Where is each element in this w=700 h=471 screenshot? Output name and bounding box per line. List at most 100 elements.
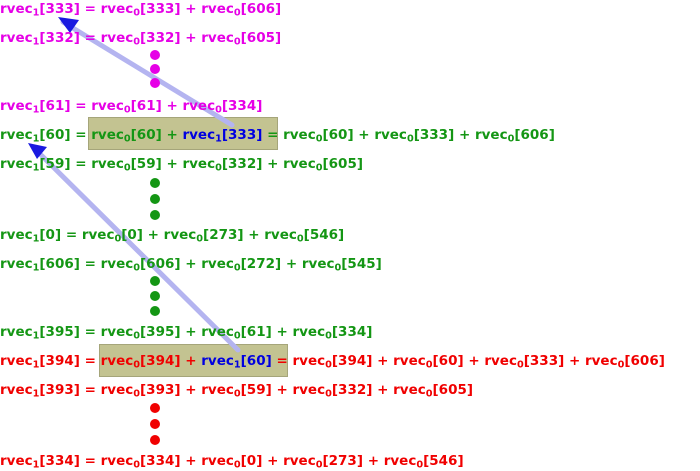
equation-text: rvec <box>0 156 33 172</box>
equation-text: [61] + rvec <box>130 98 216 114</box>
equation-text: [393] = rvec <box>39 382 134 398</box>
index-subscript: 0 <box>133 262 141 274</box>
ellipsis-dot <box>150 178 160 188</box>
equation-text: [61] = rvec <box>39 98 124 114</box>
index-subscript: 0 <box>325 330 332 342</box>
equation-text: [334] <box>221 98 263 114</box>
equation-text: [59] = rvec <box>39 156 124 172</box>
index-subscript: 0 <box>215 104 222 116</box>
equation-text: [332] + rvec <box>221 156 316 172</box>
equation-text: [60] + <box>130 127 183 143</box>
equation-text: rvec <box>0 1 33 17</box>
equation-text: [334] + rvec <box>140 453 234 469</box>
equation-text: [333] + rvec <box>140 1 234 17</box>
ellipsis-dot <box>150 78 160 88</box>
index-subscript: 0 <box>133 330 141 342</box>
index-subscript: 0 <box>133 459 141 471</box>
equation-text: [59] + rvec <box>240 382 326 398</box>
ellipsis-dot <box>150 419 160 429</box>
equation-line: rvec1[60] = rvec0[60] + rvec1[333] = rve… <box>0 126 555 144</box>
equation-text: [395] = rvec <box>39 324 134 340</box>
index-subscript: 0 <box>233 459 241 471</box>
equation-text: [606] = rvec <box>39 256 134 272</box>
equation-line: rvec1[333] = rvec0[333] + rvec0[606] <box>0 0 281 18</box>
equation-text: [394] = <box>39 353 101 369</box>
index-subscript: 0 <box>233 7 241 19</box>
equation-text: [606] <box>514 127 555 143</box>
equation-text: rvec <box>100 353 134 369</box>
equation-text: rvec <box>0 324 33 340</box>
ellipsis-dot <box>150 291 160 301</box>
equation-line: rvec1[606] = rvec0[606] + rvec0[272] + r… <box>0 255 382 273</box>
equation-text: rvec <box>0 453 33 469</box>
equation-text: [333] <box>221 127 263 143</box>
equation-text: [606] <box>240 1 282 17</box>
equation-text: [605] <box>240 30 282 46</box>
equation-text: [393] + rvec <box>140 382 234 398</box>
equation-text: [545] <box>341 256 382 272</box>
equation-text: rvec <box>0 98 33 114</box>
equation-text: [61] + rvec <box>240 324 326 340</box>
equation-text: [395] + rvec <box>140 324 234 340</box>
equation-text: [60] + rvec <box>322 127 407 143</box>
equation-text: rvec <box>0 382 33 398</box>
equation-line: rvec1[394] = rvec0[394] + rvec1[60] = rv… <box>0 352 665 370</box>
equation-line: rvec1[395] = rvec0[395] + rvec0[61] + rv… <box>0 323 372 341</box>
index-subscript: 0 <box>425 359 433 371</box>
equation-text: [334] = rvec <box>39 453 134 469</box>
equation-text: [273] + rvec <box>322 453 417 469</box>
index-subscript: 1 <box>233 359 241 371</box>
index-subscript: 0 <box>325 359 332 371</box>
equation-text: [394] + rvec <box>331 353 426 369</box>
ellipsis-dot <box>150 210 160 220</box>
equation-text: [60] = <box>39 127 92 143</box>
ellipsis-dot <box>150 64 160 74</box>
equation-text: [59] + rvec <box>130 156 216 172</box>
index-subscript: 0 <box>123 104 131 116</box>
equation-line: rvec1[393] = rvec0[393] + rvec0[59] + rv… <box>0 381 473 399</box>
equation-text: [332] = rvec <box>39 30 134 46</box>
equation-text: [0] = rvec <box>39 227 115 243</box>
equation-text: rvec <box>0 353 33 369</box>
equation-text: [272] + rvec <box>240 256 335 272</box>
equation-text: = rvec <box>271 353 326 369</box>
equation-text: [332] + rvec <box>331 382 426 398</box>
index-subscript: 0 <box>516 359 524 371</box>
equation-line: rvec1[334] = rvec0[334] + rvec0[0] + rve… <box>0 452 464 470</box>
equation-text: [333] + rvec <box>523 353 618 369</box>
index-subscript: 0 <box>406 133 414 145</box>
index-subscript: 0 <box>296 233 304 245</box>
equation-text: [606] <box>624 353 665 369</box>
equation-text: [60] + rvec <box>432 353 517 369</box>
equation-text: [332] + rvec <box>140 30 234 46</box>
ellipsis-dot <box>150 194 160 204</box>
equation-text: [394] + <box>140 353 202 369</box>
equation-text: rvec <box>201 353 234 369</box>
index-subscript: 0 <box>233 388 241 400</box>
equation-text: = rvec <box>262 127 316 143</box>
index-subscript: 0 <box>233 36 241 48</box>
index-subscript: 0 <box>133 36 141 48</box>
equation-text: [333] + rvec <box>413 127 508 143</box>
index-subscript: 0 <box>123 162 131 174</box>
index-subscript: 0 <box>233 330 241 342</box>
equation-text: [0] + rvec <box>240 453 316 469</box>
index-subscript: 0 <box>425 388 433 400</box>
index-subscript: 0 <box>233 262 241 274</box>
equation-line: rvec1[0] = rvec0[0] + rvec0[273] + rvec0… <box>0 226 344 244</box>
index-subscript: 0 <box>133 359 141 371</box>
equation-text: [546] <box>423 453 464 469</box>
ellipsis-dot <box>150 276 160 286</box>
equation-text: [606] + rvec <box>140 256 234 272</box>
equation-text: rvec <box>0 227 33 243</box>
arrow-line-lower <box>31 145 241 353</box>
equation-text: [60] <box>240 353 272 369</box>
equation-text: rvec <box>0 30 33 46</box>
index-subscript: 1 <box>215 133 222 145</box>
ellipsis-dot <box>150 435 160 445</box>
equation-line: rvec1[59] = rvec0[59] + rvec0[332] + rve… <box>0 155 363 173</box>
index-subscript: 0 <box>123 133 131 145</box>
index-subscript: 0 <box>215 162 222 174</box>
ellipsis-dot <box>150 306 160 316</box>
equation-text: rvec <box>0 256 33 272</box>
